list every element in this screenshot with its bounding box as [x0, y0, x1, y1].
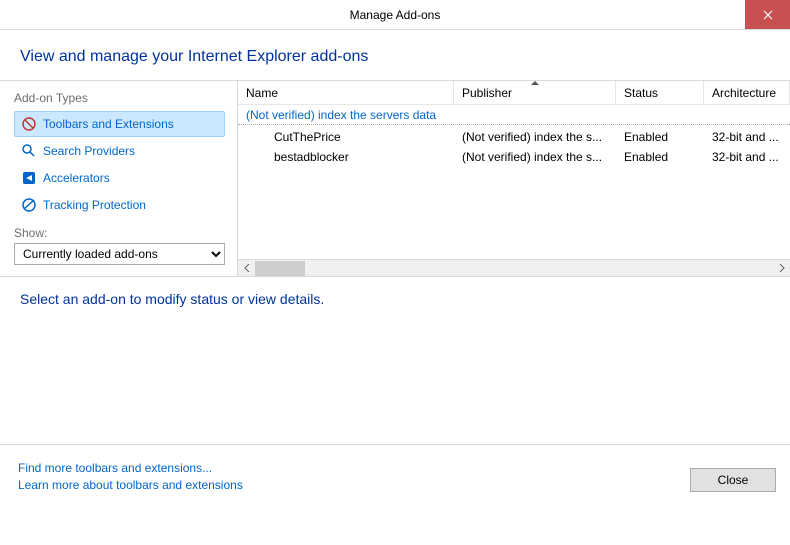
- toolbar-icon: [21, 116, 37, 132]
- scroll-track[interactable]: [255, 260, 773, 277]
- horizontal-scrollbar[interactable]: [238, 259, 790, 276]
- cell-publisher: (Not verified) index the s...: [454, 150, 616, 164]
- content-area: Add-on Types Toolbars and Extensions Sea…: [0, 81, 790, 276]
- page-title: View and manage your Internet Explorer a…: [20, 48, 770, 66]
- cell-status: Enabled: [616, 150, 704, 164]
- header: View and manage your Internet Explorer a…: [0, 30, 790, 81]
- sidebar-item-search-providers[interactable]: Search Providers: [14, 138, 225, 164]
- learn-more-link[interactable]: Learn more about toolbars and extensions: [18, 478, 243, 492]
- sidebar-item-toolbars-extensions[interactable]: Toolbars and Extensions: [14, 111, 225, 137]
- column-header-status[interactable]: Status: [616, 81, 704, 104]
- cell-architecture: 32-bit and ...: [704, 130, 790, 144]
- scroll-right-button[interactable]: [773, 260, 790, 277]
- search-icon: [21, 143, 37, 159]
- close-icon: [763, 10, 773, 20]
- cell-name: bestadblocker: [238, 150, 454, 164]
- sidebar-item-label: Search Providers: [43, 144, 135, 158]
- titlebar: Manage Add-ons: [0, 0, 790, 30]
- chevron-left-icon: [244, 264, 250, 272]
- close-button[interactable]: Close: [690, 468, 776, 492]
- details-placeholder-text: Select an add-on to modify status or vie…: [20, 291, 770, 307]
- sidebar: Add-on Types Toolbars and Extensions Sea…: [0, 81, 238, 276]
- cell-name: CutThePrice: [238, 130, 454, 144]
- footer: Find more toolbars and extensions... Lea…: [0, 444, 790, 502]
- sidebar-item-label: Tracking Protection: [43, 198, 146, 212]
- table-header: Name Publisher Status Architecture: [238, 81, 790, 105]
- addon-types-label: Add-on Types: [14, 91, 225, 105]
- table-body: (Not verified) index the servers data Cu…: [238, 105, 790, 259]
- table-group-header[interactable]: (Not verified) index the servers data: [238, 105, 790, 125]
- sidebar-item-label: Accelerators: [43, 171, 110, 185]
- accelerator-icon: [21, 170, 37, 186]
- scroll-thumb[interactable]: [255, 261, 305, 276]
- cell-publisher: (Not verified) index the s...: [454, 130, 616, 144]
- column-header-publisher[interactable]: Publisher: [454, 81, 616, 104]
- cell-status: Enabled: [616, 130, 704, 144]
- scroll-left-button[interactable]: [238, 260, 255, 277]
- window-title: Manage Add-ons: [350, 8, 441, 22]
- column-header-architecture[interactable]: Architecture: [704, 81, 790, 104]
- details-panel: Select an add-on to modify status or vie…: [0, 276, 790, 444]
- main-panel: Name Publisher Status Architecture (Not …: [238, 81, 790, 276]
- find-more-link[interactable]: Find more toolbars and extensions...: [18, 461, 243, 475]
- tracking-protection-icon: [21, 197, 37, 213]
- show-select[interactable]: Currently loaded add-ons: [14, 243, 225, 265]
- column-header-name[interactable]: Name: [238, 81, 454, 104]
- footer-links: Find more toolbars and extensions... Lea…: [18, 461, 243, 492]
- table-row[interactable]: CutThePrice (Not verified) index the s..…: [238, 127, 790, 147]
- sidebar-item-label: Toolbars and Extensions: [43, 117, 174, 131]
- cell-architecture: 32-bit and ...: [704, 150, 790, 164]
- show-label: Show:: [14, 226, 225, 240]
- table-row[interactable]: bestadblocker (Not verified) index the s…: [238, 147, 790, 167]
- sidebar-item-tracking-protection[interactable]: Tracking Protection: [14, 192, 225, 218]
- sidebar-item-accelerators[interactable]: Accelerators: [14, 165, 225, 191]
- chevron-right-icon: [779, 264, 785, 272]
- window-close-button[interactable]: [745, 0, 790, 29]
